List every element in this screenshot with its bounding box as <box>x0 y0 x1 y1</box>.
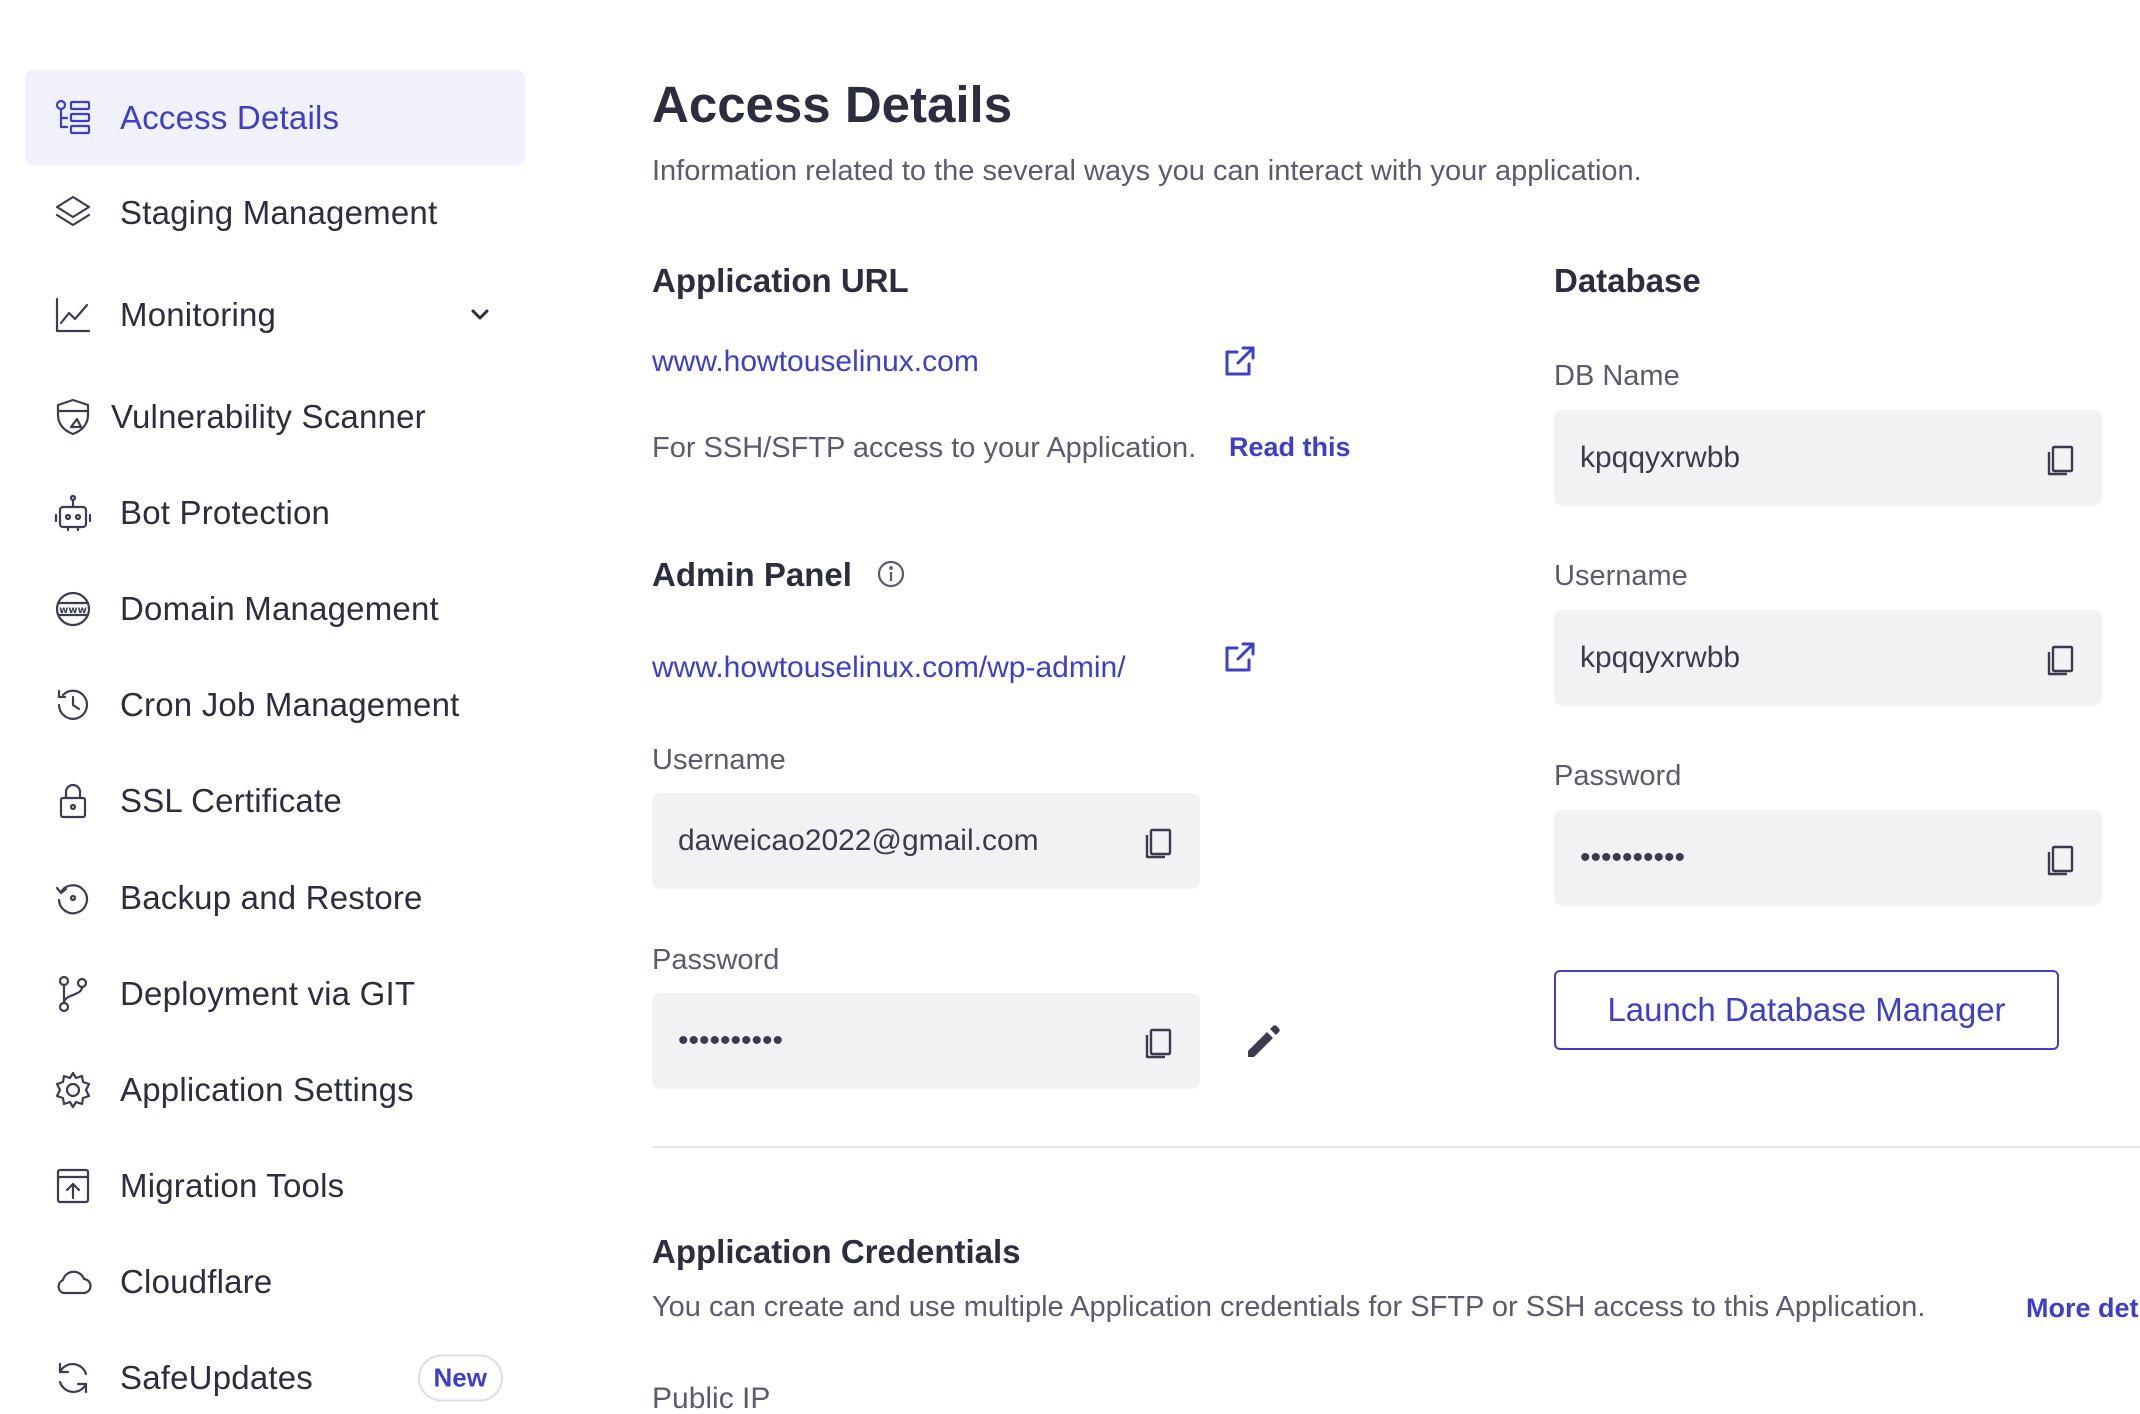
access-details-icon <box>49 94 97 142</box>
external-link-icon[interactable] <box>1219 340 1261 382</box>
sidebar-item-label: Backup and Restore <box>120 878 423 916</box>
sidebar-item-label: SafeUpdates <box>120 1358 313 1396</box>
chevron-down-icon[interactable] <box>465 300 495 330</box>
sidebar-item-cron-job-management[interactable]: Cron Job Management <box>25 657 525 752</box>
db-username-value: kpqqyxrwbb <box>1580 641 1741 674</box>
edit-pencil-icon[interactable] <box>1242 1019 1286 1063</box>
db-password-field[interactable]: •••••••••• <box>1554 810 2102 906</box>
sidebar-item-migration-tools[interactable]: Migration Tools <box>25 1138 525 1233</box>
launch-database-manager-button[interactable]: Launch Database Manager <box>1554 970 2059 1050</box>
database-title: Database <box>1554 262 1701 299</box>
sidebar-item-vulnerability-scanner[interactable]: Vulnerability Scanner <box>25 369 525 464</box>
sidebar-item-label: Vulnerability Scanner <box>111 397 426 435</box>
copy-icon[interactable] <box>2040 838 2080 878</box>
page-subtitle: Information related to the several ways … <box>652 155 1642 187</box>
sidebar-item-label: SSL Certificate <box>120 781 342 819</box>
gear-icon <box>49 1066 97 1114</box>
admin-password-field[interactable]: •••••••••• <box>652 993 1200 1089</box>
sidebar-item-label: Bot Protection <box>120 493 331 531</box>
info-icon[interactable] <box>875 558 907 590</box>
robot-icon <box>49 489 97 537</box>
sidebar-item-cloudflare[interactable]: Cloudflare <box>25 1234 525 1329</box>
ssh-info-text: For SSH/SFTP access to your Application. <box>652 432 1197 464</box>
copy-icon[interactable] <box>1138 821 1178 861</box>
copy-icon[interactable] <box>2040 438 2080 478</box>
application-url-title: Application URL <box>652 262 909 299</box>
admin-password-value: •••••••••• <box>678 1024 784 1057</box>
shield-scan-icon <box>49 393 97 441</box>
admin-password-label: Password <box>652 944 780 976</box>
lock-icon <box>49 777 97 825</box>
sidebar-item-label: Deployment via GIT <box>120 974 416 1012</box>
sidebar-item-label: Domain Management <box>120 589 439 627</box>
admin-username-value: daweicao2022@gmail.com <box>678 824 1039 857</box>
application-url-link[interactable]: www.howtouselinux.com <box>652 345 979 379</box>
db-username-label: Username <box>1554 560 1688 592</box>
sidebar-item-label: Migration Tools <box>120 1166 345 1204</box>
sidebar-item-label: Staging Management <box>120 193 438 231</box>
admin-panel-link[interactable]: www.howtouselinux.com/wp-admin/ <box>652 651 1126 685</box>
public-ip-label: Public IP <box>652 1382 771 1414</box>
sidebar-item-label: Cron Job Management <box>120 685 460 723</box>
sidebar-item-label: Cloudflare <box>120 1262 273 1300</box>
credentials-description: You can create and use multiple Applicat… <box>652 1291 1926 1323</box>
history-clock-icon <box>49 681 97 729</box>
db-name-label: DB Name <box>1554 360 1680 392</box>
upload-box-icon <box>49 1162 97 1210</box>
sidebar-item-access-details[interactable]: Access Details <box>25 70 525 165</box>
sidebar-item-backup-and-restore[interactable]: Backup and Restore <box>25 850 525 945</box>
copy-icon[interactable] <box>2040 638 2080 678</box>
cloud-icon <box>49 1258 97 1306</box>
sidebar-item-deployment-via-git[interactable]: Deployment via GIT <box>25 946 525 1041</box>
refresh-icon <box>49 1354 97 1402</box>
sidebar-item-safeupdates[interactable]: SafeUpdates New <box>25 1330 525 1414</box>
more-details-link[interactable]: More det <box>2026 1293 2139 1324</box>
sidebar-item-staging-management[interactable]: Staging Management <box>25 165 525 260</box>
db-password-value: •••••••••• <box>1580 841 1686 874</box>
application-credentials-title: Application Credentials <box>652 1233 1021 1270</box>
sidebar-item-bot-protection[interactable]: Bot Protection <box>25 465 525 560</box>
new-badge: New <box>417 1354 503 1401</box>
admin-username-label: Username <box>652 744 786 776</box>
section-divider <box>652 1146 2140 1148</box>
sidebar-item-label: Application Settings <box>120 1070 414 1108</box>
admin-panel-title: Admin Panel <box>652 556 852 593</box>
sidebar-item-label: Monitoring <box>120 295 277 333</box>
read-this-link[interactable]: Read this <box>1229 432 1351 463</box>
page-title: Access Details <box>652 76 1013 133</box>
db-name-value: kpqqyxrwbb <box>1580 441 1741 474</box>
main-content: Access Details Information related to th… <box>652 0 2140 1414</box>
sidebar-item-label: Access Details <box>120 98 340 136</box>
db-name-field[interactable]: kpqqyxrwbb <box>1554 410 2102 506</box>
copy-icon[interactable] <box>1138 1021 1178 1061</box>
external-link-icon[interactable] <box>1219 636 1261 678</box>
svg-text:www: www <box>59 605 87 616</box>
git-branch-icon <box>49 970 97 1018</box>
admin-username-field[interactable]: daweicao2022@gmail.com <box>652 793 1200 889</box>
db-password-label: Password <box>1554 760 1682 792</box>
www-globe-icon: www <box>49 585 97 633</box>
restore-icon <box>49 874 97 922</box>
sidebar: Access Details Staging Management Monito… <box>0 0 560 1414</box>
sidebar-item-ssl-certificate[interactable]: SSL Certificate <box>25 753 525 848</box>
sidebar-item-domain-management[interactable]: www Domain Management <box>25 561 525 656</box>
chart-line-icon <box>49 291 97 339</box>
layers-icon <box>49 189 97 237</box>
sidebar-item-application-settings[interactable]: Application Settings <box>25 1042 525 1137</box>
sidebar-item-monitoring[interactable]: Monitoring <box>25 267 525 362</box>
db-username-field[interactable]: kpqqyxrwbb <box>1554 610 2102 706</box>
